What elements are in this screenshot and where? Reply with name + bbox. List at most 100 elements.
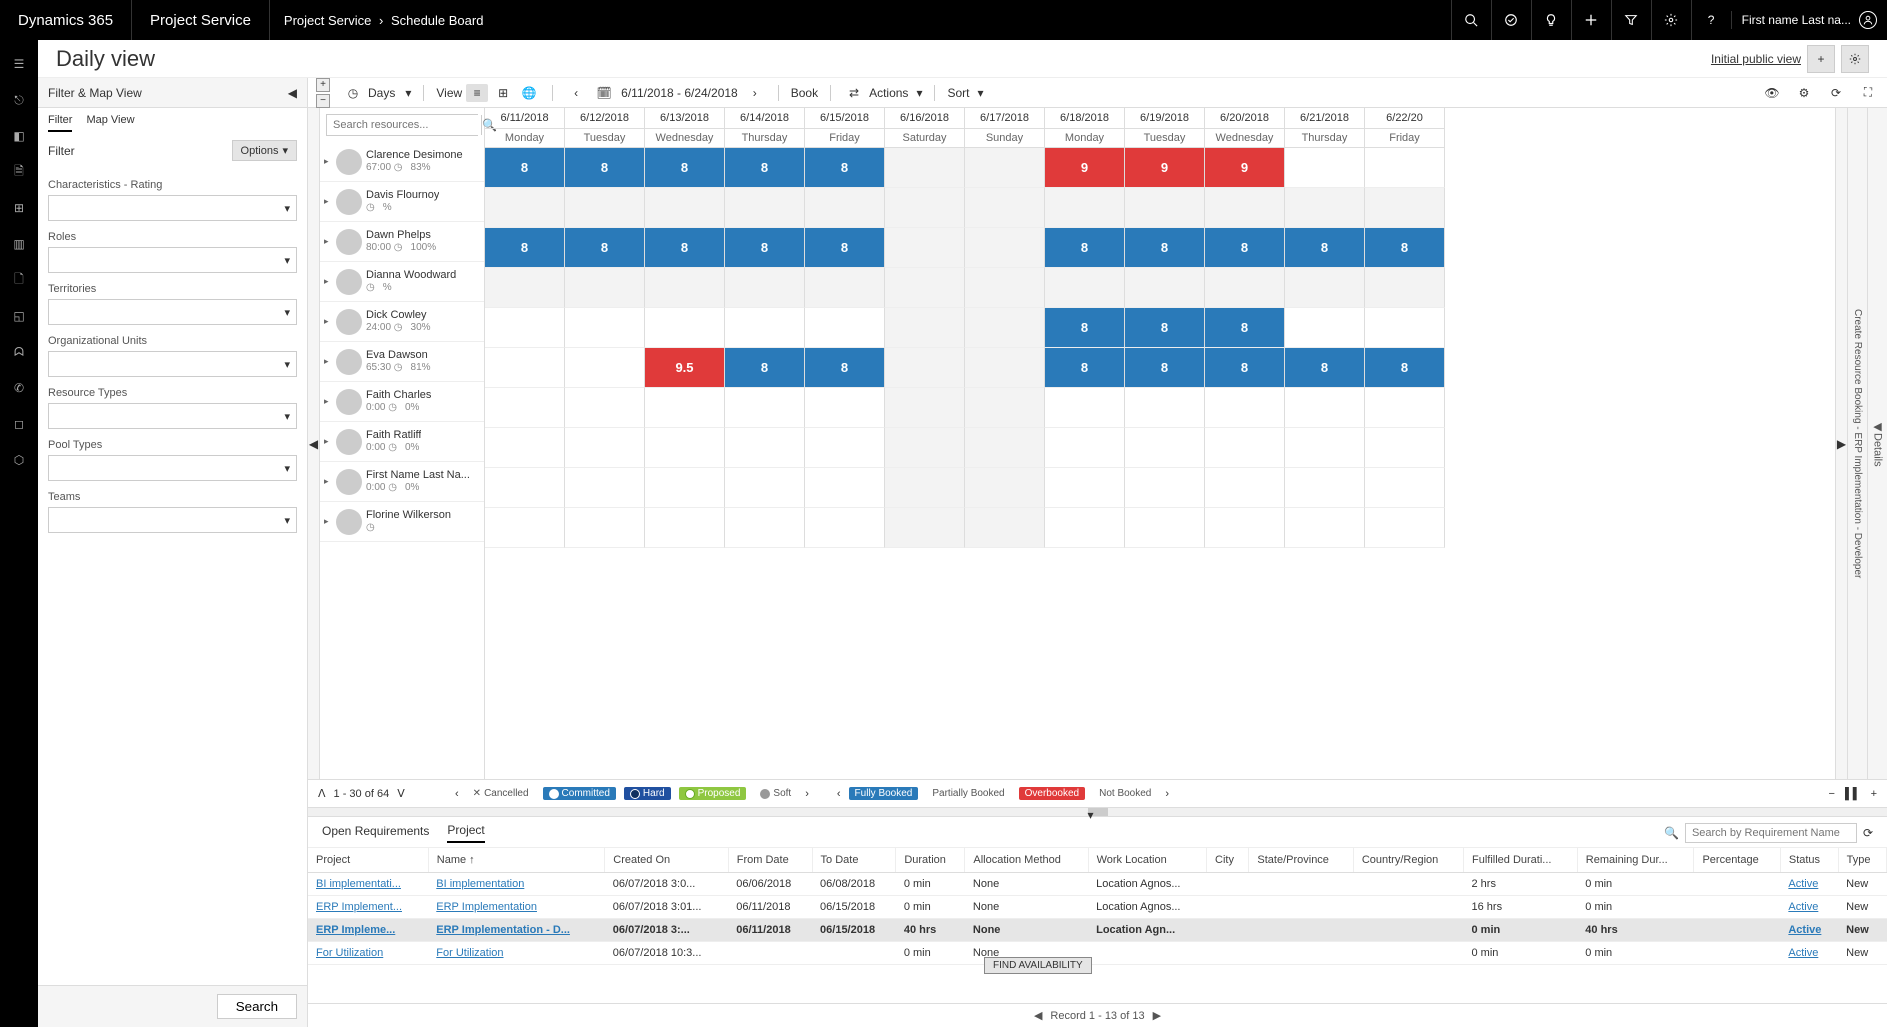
filter-field-dropdown-2[interactable]: ▾ <box>48 299 297 325</box>
column-header[interactable]: Created On <box>605 848 728 873</box>
list-view-icon[interactable]: ≡ <box>466 84 488 102</box>
days-caret[interactable]: ▾ <box>405 86 411 100</box>
schedule-cell[interactable] <box>1045 188 1125 228</box>
user-menu[interactable]: First name Last na... <box>1731 11 1887 29</box>
schedule-cell[interactable] <box>485 308 565 348</box>
schedule-cell[interactable] <box>885 308 965 348</box>
requirement-search-input[interactable] <box>1686 824 1856 842</box>
schedule-cell[interactable] <box>885 428 965 468</box>
schedule-cell[interactable] <box>725 388 805 428</box>
schedule-cell[interactable] <box>1045 428 1125 468</box>
project-link[interactable]: ERP Impleme... <box>316 924 395 936</box>
column-header[interactable]: Percentage <box>1694 848 1780 873</box>
schedule-cell[interactable]: 8 <box>1285 348 1365 388</box>
find-availability-button[interactable]: FIND AVAILABILITY <box>984 957 1092 974</box>
rail-item-5[interactable]: ▥ <box>0 226 38 262</box>
schedule-cell[interactable] <box>645 388 725 428</box>
schedule-cell[interactable]: 9 <box>1045 148 1125 188</box>
refresh-icon[interactable]: ⟳ <box>1825 85 1847 100</box>
search-button[interactable]: Search <box>217 994 297 1019</box>
left-collapse-handle[interactable]: ◀ <box>308 108 320 779</box>
zoom-slider[interactable]: ▌▌ <box>1845 788 1861 800</box>
schedule-cell[interactable] <box>1205 468 1285 508</box>
schedule-cell[interactable] <box>805 508 885 548</box>
schedule-cell[interactable]: 8 <box>645 148 725 188</box>
tab-project[interactable]: Project <box>447 823 484 843</box>
schedule-cell[interactable] <box>965 428 1045 468</box>
rail-item-11[interactable]: ⬡ <box>0 442 38 478</box>
fullscreen-icon[interactable]: ⛶ <box>1857 85 1879 100</box>
resource-row[interactable]: ▸ Eva Dawson 65:30 ◷81% <box>320 342 484 382</box>
schedule-cell[interactable]: 8 <box>1045 308 1125 348</box>
add-view-button[interactable]: + <box>1807 45 1835 73</box>
schedule-cell[interactable] <box>1205 388 1285 428</box>
legend2-next[interactable]: › <box>1165 788 1169 800</box>
schedule-cell[interactable] <box>885 508 965 548</box>
schedule-cell[interactable] <box>725 188 805 228</box>
schedule-cell[interactable] <box>805 428 885 468</box>
schedule-cell[interactable]: 8 <box>1045 228 1125 268</box>
expand-icon[interactable]: ▸ <box>324 436 332 447</box>
schedule-cell[interactable] <box>1365 188 1445 228</box>
schedule-cell[interactable] <box>485 348 565 388</box>
schedule-cell[interactable] <box>565 268 645 308</box>
schedule-cell[interactable] <box>965 508 1045 548</box>
resource-row[interactable]: ▸ Faith Ratliff 0:00 ◷0% <box>320 422 484 462</box>
schedule-cell[interactable] <box>1125 468 1205 508</box>
column-header[interactable]: Duration <box>896 848 965 873</box>
schedule-cell[interactable] <box>1125 388 1205 428</box>
schedule-cell[interactable] <box>565 388 645 428</box>
status-link[interactable]: Active <box>1788 901 1818 913</box>
schedule-cell[interactable]: 8 <box>565 148 645 188</box>
schedule-cell[interactable] <box>805 188 885 228</box>
view-link[interactable]: Initial public view <box>1711 52 1801 66</box>
schedule-cell[interactable] <box>565 468 645 508</box>
bp-pager-next[interactable]: ▶ <box>1153 1009 1161 1022</box>
globe-view-icon[interactable]: 🌐 <box>518 86 540 100</box>
settings-button[interactable] <box>1841 45 1869 73</box>
schedule-cell[interactable]: 8 <box>805 228 885 268</box>
tab-filter[interactable]: Filter <box>48 114 72 132</box>
column-header[interactable]: Status <box>1780 848 1838 873</box>
schedule-cell[interactable] <box>965 148 1045 188</box>
schedule-cell[interactable] <box>485 508 565 548</box>
tab-open-requirements[interactable]: Open Requirements <box>322 824 429 842</box>
schedule-cell[interactable]: 8 <box>725 148 805 188</box>
chip-committed[interactable]: Committed <box>543 787 616 800</box>
rail-item-4[interactable]: ⊞ <box>0 190 38 226</box>
schedule-cell[interactable] <box>885 468 965 508</box>
table-row[interactable]: ERP Implement...ERP Implementation06/07/… <box>308 896 1887 919</box>
search-icon[interactable] <box>1451 0 1491 40</box>
schedule-cell[interactable] <box>565 188 645 228</box>
schedule-cell[interactable]: 8 <box>485 148 565 188</box>
schedule-cell[interactable] <box>1365 428 1445 468</box>
column-header[interactable]: Type <box>1838 848 1886 873</box>
filter-icon[interactable] <box>1611 0 1651 40</box>
schedule-cell[interactable] <box>965 348 1045 388</box>
rail-item-2[interactable]: ◧ <box>0 118 38 154</box>
table-row[interactable]: BI implementati...BI implementation06/07… <box>308 873 1887 896</box>
rail-item-1[interactable]: ⎋ <box>0 82 38 118</box>
schedule-cell[interactable] <box>645 468 725 508</box>
schedule-cell[interactable] <box>885 228 965 268</box>
chip-proposed[interactable]: Proposed <box>679 787 747 800</box>
rail-item-3[interactable]: 🗎 <box>0 154 38 190</box>
options-button[interactable]: Options▾ <box>232 140 297 161</box>
schedule-cell[interactable] <box>725 268 805 308</box>
brand[interactable]: Dynamics 365 <box>0 0 132 40</box>
schedule-cell[interactable] <box>1205 508 1285 548</box>
schedule-cell[interactable] <box>725 308 805 348</box>
schedule-cell[interactable] <box>1285 188 1365 228</box>
expand-icon[interactable]: ▸ <box>324 276 332 287</box>
actions-caret[interactable]: ▾ <box>916 86 922 100</box>
prev-period-icon[interactable]: ‹ <box>565 86 587 100</box>
status-link[interactable]: Active <box>1788 924 1821 936</box>
schedule-cell[interactable] <box>485 468 565 508</box>
schedule-cell[interactable]: 8 <box>1205 228 1285 268</box>
details-tab[interactable]: ◀ Details <box>1867 108 1887 779</box>
project-link[interactable]: For Utilization <box>316 947 383 959</box>
schedule-cell[interactable] <box>1125 268 1205 308</box>
eye-icon[interactable]: 👁 <box>1761 85 1783 100</box>
filter-field-dropdown-5[interactable]: ▾ <box>48 455 297 481</box>
expand-icon[interactable]: ▸ <box>324 356 332 367</box>
